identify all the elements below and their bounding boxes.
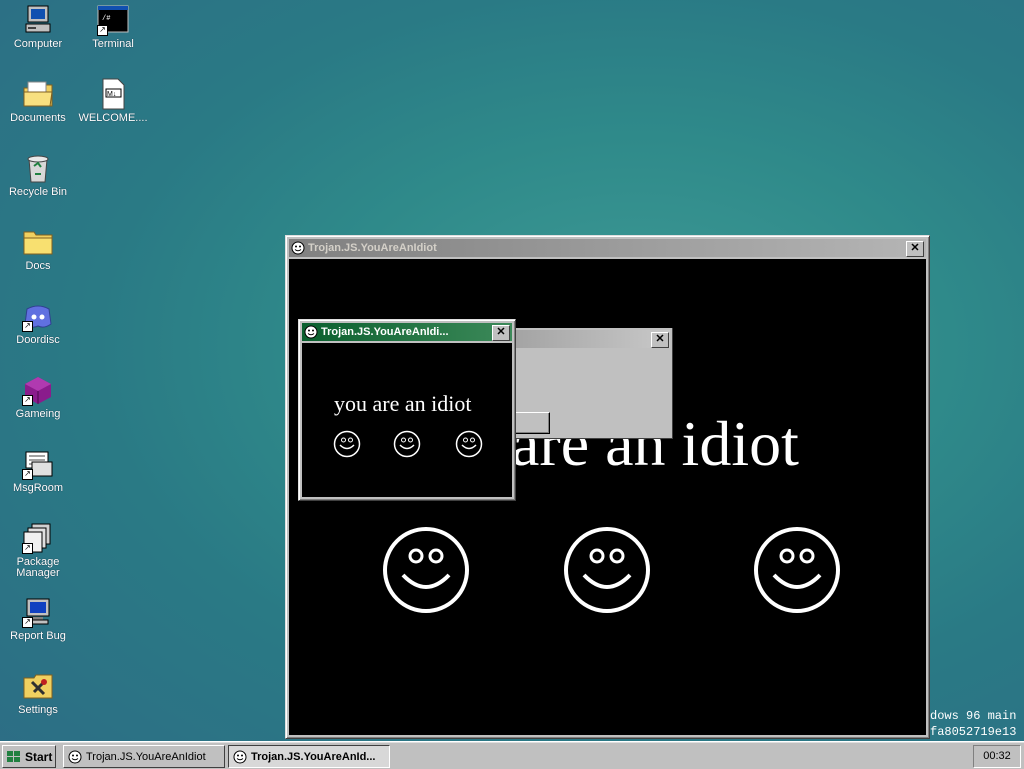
shortcut-arrow-icon: ↗ [22, 321, 33, 332]
cube-icon: ↗ [22, 374, 54, 406]
desktop-icon-msgroom[interactable]: ↗ MsgRoom [0, 448, 76, 494]
desktop-icon-label: Doordisc [16, 334, 60, 346]
taskbar-item-label: Trojan.JS.YouAreAnIdiot [86, 750, 206, 763]
desktop-icon-package-manager[interactable]: ↗ Package Manager [0, 522, 76, 579]
desktop-icon-label: Terminal [92, 38, 134, 50]
smiley-icon [393, 430, 421, 458]
close-button[interactable]: ✕ [492, 325, 510, 341]
desktop-icon-documents[interactable]: Documents [0, 78, 76, 124]
desktop-icon-terminal[interactable]: /# ↗ Terminal [75, 4, 151, 50]
window-client-area: you are an idiot [302, 343, 512, 497]
console-line: fa8052719e13 [930, 725, 1017, 739]
discord-icon: ↗ [22, 300, 54, 332]
smiley-icon [304, 325, 318, 339]
desktop-icon-recycle-bin[interactable]: Recycle Bin [0, 152, 76, 198]
taskbar-item-label: Trojan.JS.YouAreAnId... [251, 750, 376, 763]
desktop-icon-label: WELCOME.... [78, 112, 148, 124]
taskbar: Start Trojan.JS.YouAreAnIdiot Trojan.JS.… [0, 741, 1024, 769]
close-button[interactable]: ✕ [906, 241, 924, 257]
shortcut-arrow-icon: ↗ [22, 395, 33, 406]
shortcut-arrow-icon: ↗ [22, 543, 33, 554]
settings-icon [22, 670, 54, 702]
desktop-icon-label: Report Bug [10, 630, 66, 642]
start-label: Start [25, 749, 53, 764]
window-trojan-small[interactable]: Trojan.JS.YouAreAnIdi... ✕ you are an id… [298, 319, 516, 501]
clock[interactable]: 00:32 [973, 745, 1021, 768]
folder-icon [22, 226, 54, 258]
console-line: dows 96 main [930, 709, 1017, 723]
terminal-icon: /# ↗ [97, 4, 129, 36]
smiley-icon [291, 241, 305, 255]
desktop-icon-welcome[interactable]: M↓ WELCOME.... [75, 78, 151, 124]
shortcut-arrow-icon: ↗ [97, 25, 108, 36]
taskbar-item[interactable]: Trojan.JS.YouAreAnIdiot [63, 745, 225, 768]
desktop-icon-gameing[interactable]: ↗ Gameing [0, 374, 76, 420]
desktop-icon-label: MsgRoom [12, 482, 64, 494]
chat-icon: ↗ [22, 448, 54, 480]
window-titlebar[interactable]: Trojan.JS.YouAreAnIdi... ✕ [302, 323, 512, 341]
window-title: Trojan.JS.YouAreAnIdi... [321, 326, 449, 338]
desktop: Computer /# ↗ Terminal Documents M↓ WELC… [0, 0, 1024, 741]
desktop-icon-settings[interactable]: Settings [0, 670, 76, 716]
monitor-icon: ↗ [22, 596, 54, 628]
window-titlebar[interactable]: Trojan.JS.YouAreAnIdiot ✕ [289, 239, 926, 257]
close-button[interactable]: ✕ [651, 332, 669, 348]
shortcut-arrow-icon: ↗ [22, 469, 33, 480]
desktop-icon-computer[interactable]: Computer [0, 4, 76, 50]
desktop-icon-report-bug[interactable]: ↗ Report Bug [0, 596, 76, 642]
smiley-icon [68, 750, 82, 764]
desktop-icon-doordisc[interactable]: ↗ Doordisc [0, 300, 76, 346]
svg-text:/#: /# [102, 15, 110, 23]
shortcut-arrow-icon: ↗ [22, 617, 33, 628]
svg-text:M↓: M↓ [107, 91, 116, 98]
package-icon: ↗ [22, 522, 54, 554]
desktop-icon-label: Computer [13, 38, 63, 50]
smiley-icon [455, 430, 483, 458]
start-logo-icon [6, 750, 22, 764]
window-titlebar[interactable] [500, 330, 670, 348]
idiot-text: you are an idiot [334, 391, 472, 416]
desktop-icon-label: Recycle Bin [8, 186, 68, 198]
smiley-icon [333, 430, 361, 458]
smiley-icon [754, 527, 840, 613]
recycle-bin-icon [22, 152, 54, 184]
markdown-file-icon: M↓ [97, 78, 129, 110]
desktop-icon-label: Documents [10, 112, 66, 124]
desktop-icon-label: Gameing [15, 408, 61, 420]
desktop-icon-label: Settings [18, 704, 58, 716]
smiley-icon [564, 527, 650, 613]
window-gray-dialog[interactable]: ✕ [500, 328, 673, 439]
desktop-icon-docs[interactable]: Docs [0, 226, 76, 272]
window-title: Trojan.JS.YouAreAnIdiot [308, 242, 437, 254]
desktop-icon-label: Package Manager [16, 556, 60, 579]
folder-documents-icon [22, 78, 54, 110]
smiley-icon [383, 527, 469, 613]
console-output: dows 96 main fa8052719e13 [930, 708, 1016, 740]
desktop-icon-label: Docs [25, 260, 51, 272]
smiley-icon [233, 750, 247, 764]
start-button[interactable]: Start [2, 745, 56, 768]
computer-icon [22, 4, 54, 36]
taskbar-item[interactable]: Trojan.JS.YouAreAnId... [228, 745, 390, 768]
